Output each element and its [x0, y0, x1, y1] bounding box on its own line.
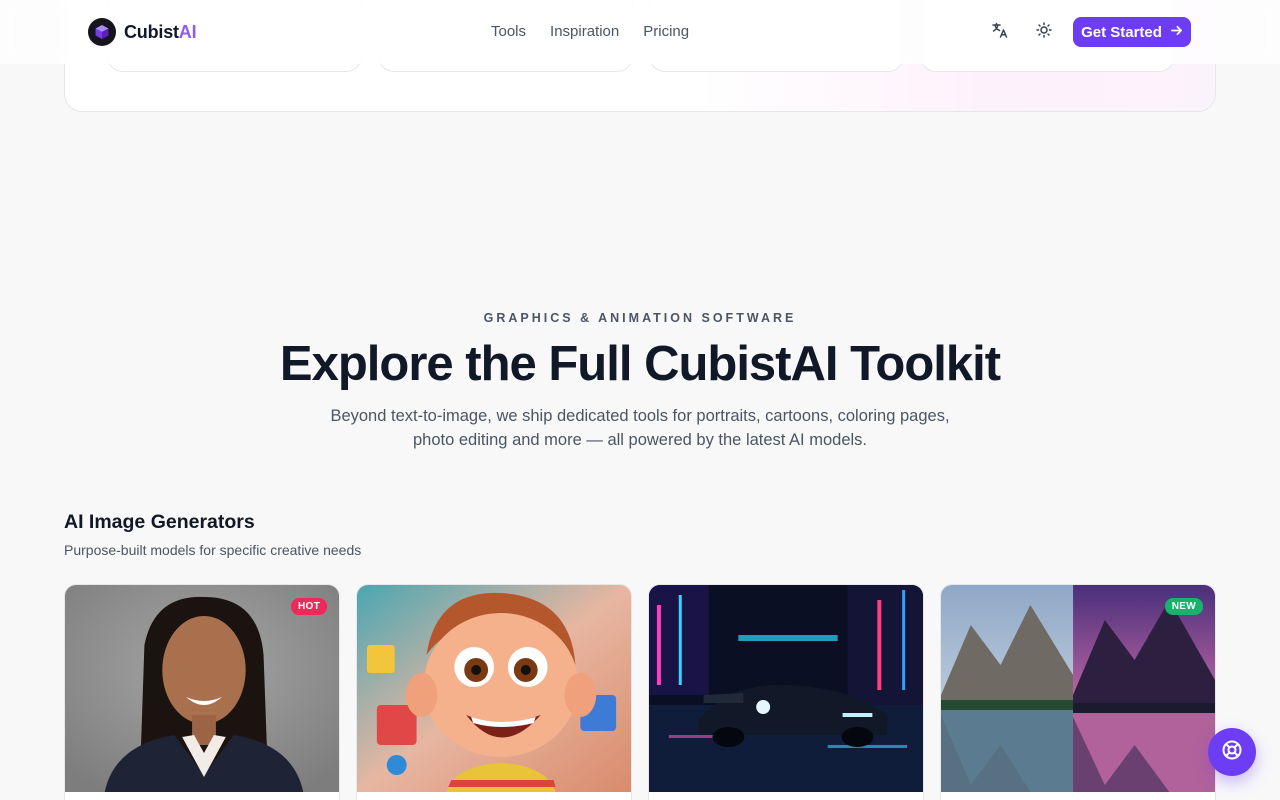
- nav-pricing[interactable]: Pricing: [643, 23, 689, 40]
- hero-subtitle-line2: photo editing and more — all powered by …: [412, 431, 868, 449]
- neon-car-image: [649, 585, 923, 792]
- translate-icon: [991, 21, 1009, 44]
- tool-card-cartoon[interactable]: [356, 584, 632, 800]
- top-navbar: CubistAI Tools Inspiration Pricing Get S…: [0, 0, 1280, 64]
- logo-text: CubistAI: [124, 21, 197, 42]
- logo[interactable]: CubistAI: [88, 18, 197, 46]
- hot-badge: HOT: [290, 598, 327, 615]
- hero-title: Explore the Full CubistAI Toolkit: [279, 337, 1001, 391]
- section-title: AI Image Generators: [64, 511, 255, 533]
- tool-card-neon-car[interactable]: [648, 584, 924, 800]
- arrow-right-icon: [1170, 24, 1183, 41]
- get-started-button[interactable]: Get Started: [1073, 17, 1191, 47]
- hero-subtitle-line1: Beyond text-to-image, we ship dedicated …: [330, 407, 950, 425]
- cartoon-image: [357, 585, 631, 792]
- language-button[interactable]: [988, 20, 1012, 44]
- hero-subtitle: Beyond text-to-image, we ship dedicated …: [300, 404, 980, 452]
- sun-icon: [1036, 21, 1052, 43]
- lifebuoy-icon: [1221, 739, 1243, 766]
- support-button[interactable]: [1208, 728, 1256, 776]
- nav-inspiration[interactable]: Inspiration: [550, 23, 619, 40]
- hero-eyebrow: GRAPHICS & ANIMATION SOFTWARE: [483, 311, 797, 325]
- main-nav: Tools Inspiration Pricing: [491, 23, 689, 40]
- section-subtitle: Purpose-built models for specific creati…: [64, 542, 362, 558]
- tool-card-portrait[interactable]: HOT: [64, 584, 340, 800]
- nav-tools[interactable]: Tools: [491, 23, 526, 40]
- get-started-label: Get Started: [1081, 23, 1162, 41]
- theme-toggle-button[interactable]: [1032, 20, 1056, 44]
- new-badge: NEW: [1164, 598, 1203, 615]
- landscape-image: [941, 585, 1215, 792]
- portrait-image: [65, 585, 339, 792]
- tool-card-landscape[interactable]: NEW: [940, 584, 1216, 800]
- cube-logo-icon: [88, 18, 116, 46]
